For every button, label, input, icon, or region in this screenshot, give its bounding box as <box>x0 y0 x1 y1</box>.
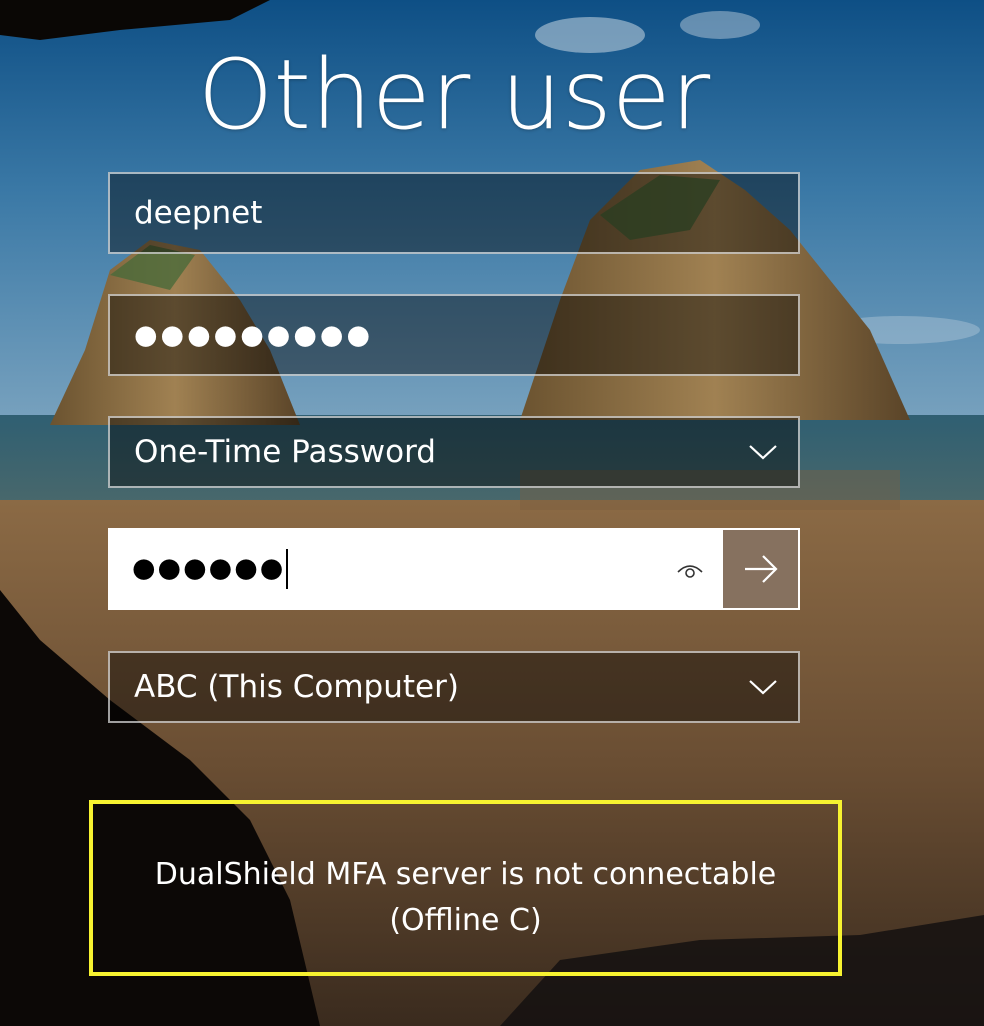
sign-in-to-label: ABC (This Computer) <box>134 669 459 705</box>
eye-icon[interactable] <box>675 558 705 582</box>
otp-code-input[interactable]: ●●●●●● <box>108 528 800 610</box>
password-masked-value: ●●●●●●●●● <box>134 319 374 351</box>
password-field[interactable]: ●●●●●●●●● <box>108 294 800 376</box>
status-message-line-2: (Offline C) <box>389 903 542 938</box>
status-message: DualShield MFA server is not connectable… <box>89 800 842 976</box>
username-value: deepnet <box>134 195 263 231</box>
arrow-right-icon <box>744 555 778 583</box>
chevron-down-icon <box>749 680 777 695</box>
sign-in-to-select[interactable]: ABC (This Computer) <box>108 651 800 723</box>
status-message-line-1: DualShield MFA server is not connectable <box>154 857 777 892</box>
otp-code-value: ●●●●●● <box>132 549 289 589</box>
lock-screen: Other user deepnet ●●●●●●●●● One-Time Pa… <box>0 0 984 1026</box>
username-field[interactable]: deepnet <box>108 172 800 254</box>
otp-method-select[interactable]: One-Time Password <box>108 416 800 488</box>
chevron-down-icon <box>749 445 777 460</box>
text-caret <box>286 549 289 589</box>
page-title: Other user <box>197 39 711 151</box>
submit-button[interactable] <box>723 530 798 608</box>
otp-method-label: One-Time Password <box>134 434 436 470</box>
